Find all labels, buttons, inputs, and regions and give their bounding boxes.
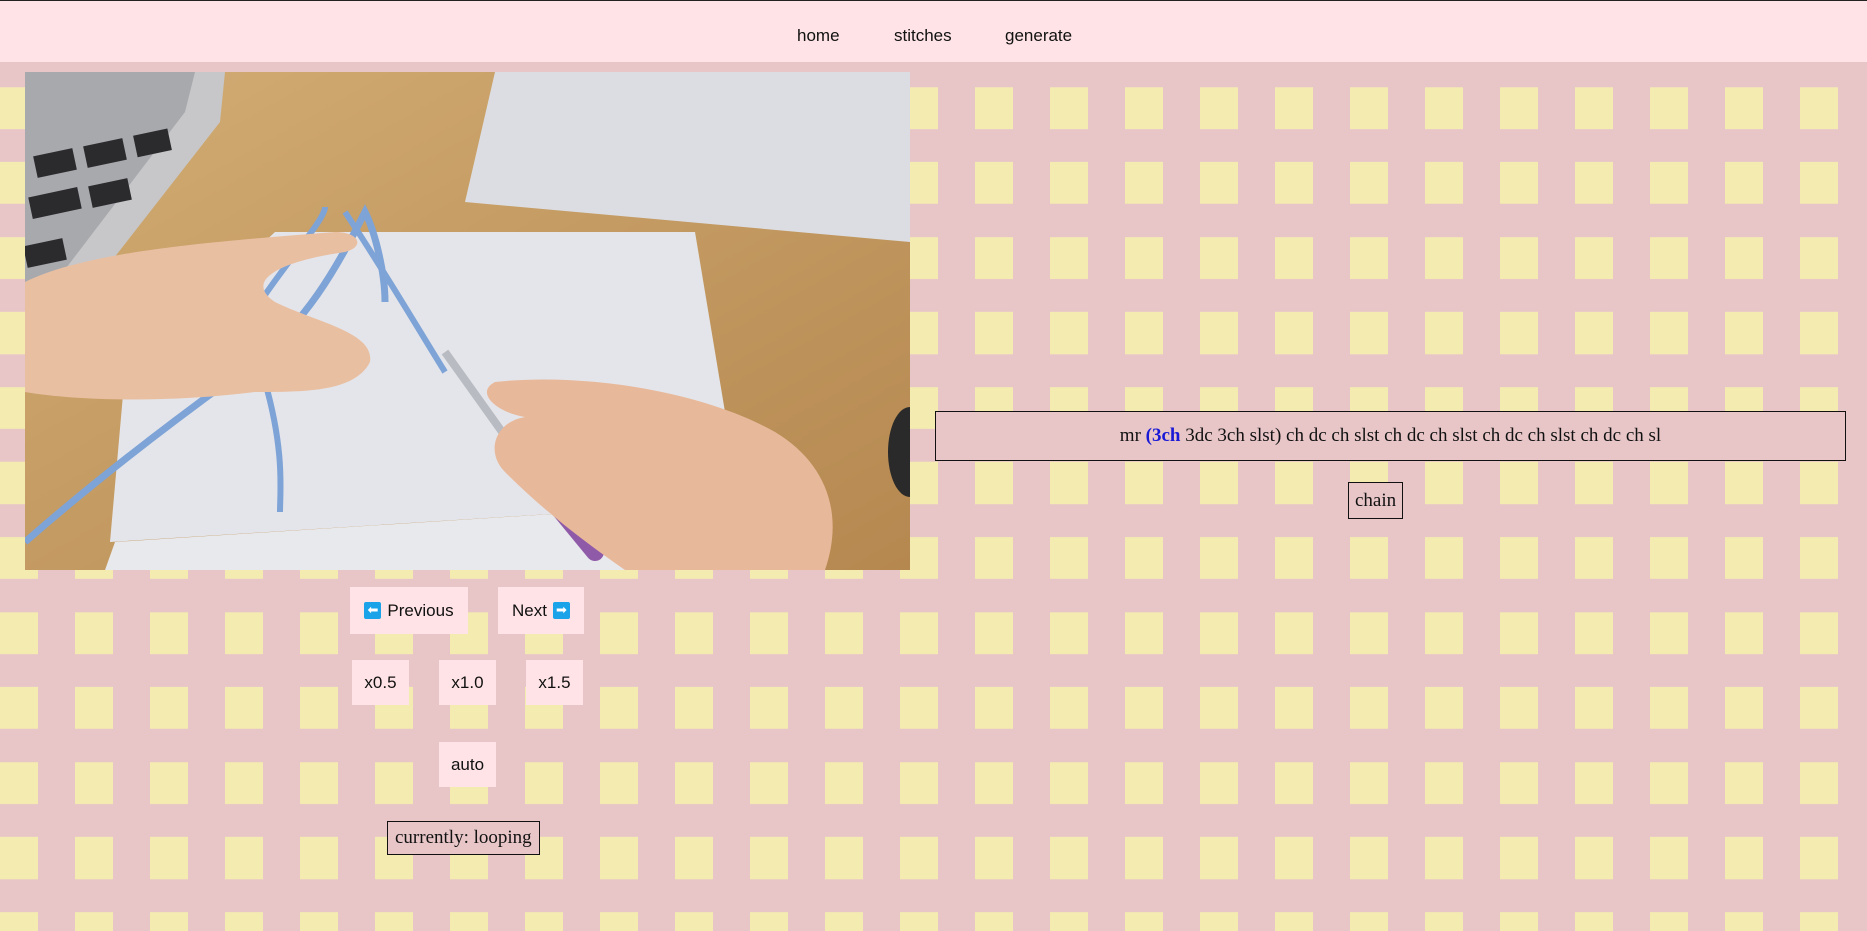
previous-button[interactable]: ⬅ Previous [350,587,468,634]
next-label: Next [512,600,547,620]
arrow-right-icon: ➡ [552,602,570,619]
auto-button[interactable]: auto [439,742,496,787]
playback-status: currently: looping [387,821,540,855]
nav-home-link[interactable]: home [797,26,840,46]
speed-0.5-button[interactable]: x0.5 [352,660,409,705]
pattern-prefix: mr [1119,425,1146,446]
nav-generate-link[interactable]: generate [1005,26,1072,46]
tutorial-video[interactable] [25,72,910,570]
crochet-video-frame-image [25,72,910,570]
previous-label: Previous [387,600,454,620]
speed-1.0-button[interactable]: x1.0 [439,660,496,705]
speed-1.5-button[interactable]: x1.5 [526,660,583,705]
top-nav-bar: home stitches generate [0,0,1867,62]
pattern-rest: 3dc 3ch slst) ch dc ch slst ch dc ch sls… [1180,425,1662,446]
next-button[interactable]: Next ➡ [498,587,584,634]
pattern-display: mr (3ch 3dc 3ch slst) ch dc ch slst ch d… [935,411,1846,461]
current-stitch-name: chain [1348,482,1404,519]
pattern-current-step: (3ch [1145,425,1181,446]
arrow-left-icon: ⬅ [364,602,382,619]
nav-stitches-link[interactable]: stitches [894,26,952,46]
